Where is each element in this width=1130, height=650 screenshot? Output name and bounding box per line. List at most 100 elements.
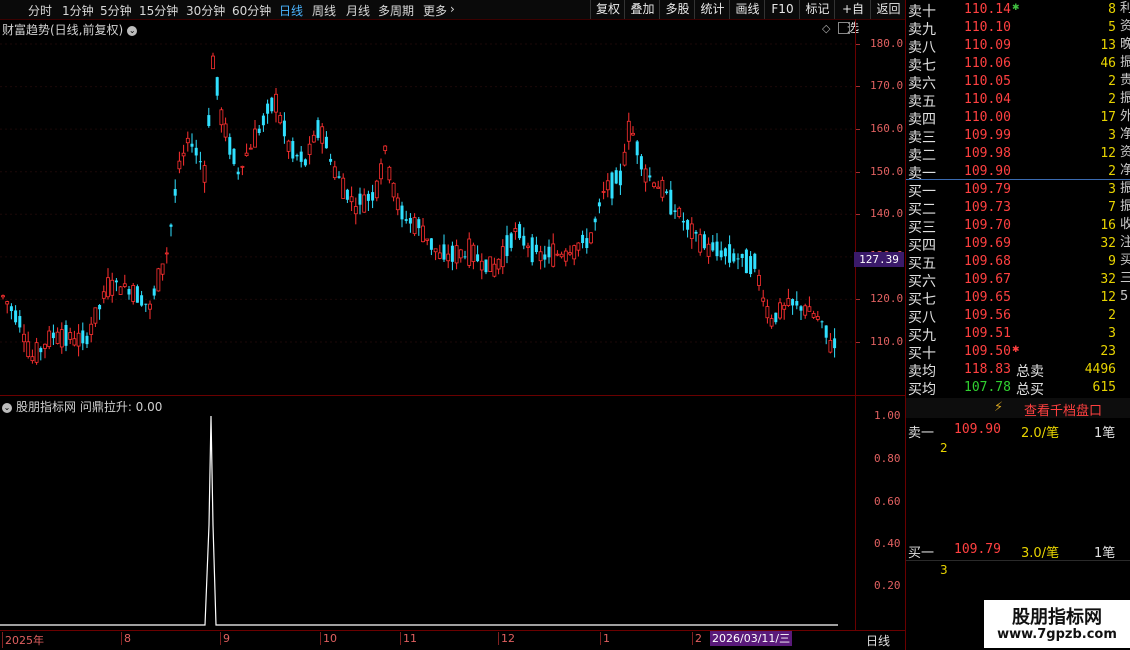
candle-body[interactable] [349,196,354,203]
candle-body[interactable] [219,109,224,126]
buy-level-row[interactable]: 买九 109.51 3 [906,325,1118,344]
candle-body[interactable] [148,303,152,310]
toolbar-button-6[interactable]: 标记 [799,0,835,19]
candle-body[interactable] [765,306,770,319]
candle-body[interactable] [362,194,367,213]
candle-body[interactable] [593,218,597,223]
candle-body[interactable] [345,189,349,200]
toolbar-button-1[interactable]: 叠加 [624,0,660,19]
candle-body[interactable] [689,223,694,239]
candle-body[interactable] [786,298,791,307]
toolbar-button-7[interactable]: +自选 [834,0,871,35]
indicator-chart[interactable] [0,405,855,630]
candle-body[interactable] [140,295,144,306]
candle-body[interactable] [47,330,52,348]
candle-body[interactable] [429,238,433,250]
candle-body[interactable] [522,235,526,246]
candle-body[interactable] [458,249,463,259]
candle-body[interactable] [215,77,219,96]
period-tab-8[interactable]: 月线 [346,2,370,19]
candle-body[interactable] [811,313,816,318]
toolbar-button-8[interactable]: 返回 [870,0,906,19]
candle-body[interactable] [555,253,560,256]
candle-body[interactable] [253,128,257,148]
candle-body[interactable] [732,253,736,262]
candle-body[interactable] [749,256,753,275]
candle-body[interactable] [769,318,774,327]
candle-body[interactable] [778,302,782,319]
candle-body[interactable] [81,330,85,344]
candle-body[interactable] [530,237,534,263]
candle-body[interactable] [18,316,22,328]
candle-body[interactable] [795,301,799,306]
candle-body[interactable] [85,335,89,345]
sell-level-row[interactable]: 卖二 109.98 12 [906,145,1118,164]
candle-body[interactable] [379,163,383,180]
candle-body[interactable] [1,295,5,298]
candle-body[interactable] [643,168,648,183]
candle-body[interactable] [324,136,328,149]
period-tab-6[interactable]: 日线 [279,2,303,19]
candle-body[interactable] [635,141,639,156]
candle-body[interactable] [618,170,622,186]
candle-body[interactable] [68,332,73,340]
candle-body[interactable] [660,179,665,198]
candle-body[interactable] [76,332,81,347]
candle-body[interactable] [9,306,13,312]
candle-body[interactable] [135,286,139,303]
candle-body[interactable] [824,325,828,338]
candlestick-chart[interactable] [0,35,855,390]
candle-body[interactable] [774,312,778,323]
candle-body[interactable] [89,323,94,335]
candle-body[interactable] [282,120,286,137]
candle-body[interactable] [5,301,10,305]
candle-body[interactable] [463,256,467,258]
candle-body[interactable] [572,245,577,260]
candle-body[interactable] [358,193,362,205]
sell-level-row[interactable]: 卖八 110.09 13 [906,37,1118,56]
candle-body[interactable] [307,143,312,155]
candle-body[interactable] [534,244,538,253]
candle-body[interactable] [425,238,430,241]
candle-body[interactable] [169,224,173,227]
candle-body[interactable] [412,217,417,235]
candle-body[interactable] [476,254,480,262]
candle-body[interactable] [266,103,270,114]
candle-body[interactable] [677,207,682,217]
sell-level-row[interactable]: 卖六 110.05 2 [906,73,1118,92]
candle-body[interactable] [648,175,652,178]
candle-body[interactable] [610,172,614,199]
candle-body[interactable] [22,333,26,343]
candle-body[interactable] [479,260,484,271]
toolbar-button-4[interactable]: 画线 [729,0,765,19]
diamond-icon[interactable]: ◇ [822,22,830,35]
candle-body[interactable] [551,243,556,267]
candle-body[interactable] [261,115,265,126]
candle-body[interactable] [513,228,518,232]
candle-body[interactable] [807,306,812,312]
candle-body[interactable] [211,55,215,70]
buy-level-row[interactable]: 买一 109.79 3 [906,181,1118,200]
toolbar-button-5[interactable]: F10 [764,0,800,19]
candle-body[interactable] [408,217,412,224]
candle-body[interactable] [332,166,337,179]
buy-level-row[interactable]: 买七 109.65 12 [906,289,1118,308]
candle-body[interactable] [303,159,307,166]
candle-body[interactable] [59,329,64,348]
candle-body[interactable] [652,182,656,187]
candle-body[interactable] [782,304,787,310]
toolbar-button-3[interactable]: 统计 [694,0,730,19]
candle-body[interactable] [341,177,346,199]
candle-body[interactable] [152,288,156,296]
toolbar-button-2[interactable]: 多股 [659,0,695,19]
candle-body[interactable] [34,342,39,363]
candle-body[interactable] [757,274,761,286]
candle-body[interactable] [761,297,766,302]
candle-body[interactable] [505,235,509,257]
candle-body[interactable] [538,251,543,262]
candle-body[interactable] [240,165,245,168]
candle-body[interactable] [190,143,194,147]
candle-body[interactable] [803,305,808,316]
candle-body[interactable] [799,306,803,311]
period-tab-10[interactable]: 更多 [423,2,447,19]
